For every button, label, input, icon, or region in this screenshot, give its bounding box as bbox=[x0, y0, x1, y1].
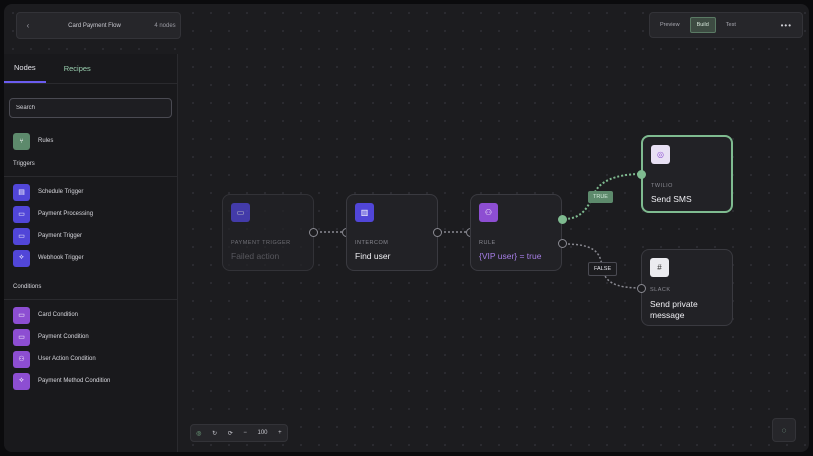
node-kind: SLACK bbox=[650, 287, 671, 293]
sidebar-item-label: Payment Condition bbox=[38, 334, 89, 340]
intercom-icon: ▥ bbox=[355, 203, 374, 222]
sidebar-item-card-condition[interactable]: ▭ Card Condition bbox=[4, 304, 177, 326]
app-window: ‹ Card Payment Flow 4 nodes Preview Buil… bbox=[4, 4, 809, 452]
card-icon: ▭ bbox=[13, 306, 30, 324]
rule-icon: ⑂ bbox=[13, 132, 30, 150]
node-intercom[interactable]: ▥ INTERCOM Find user bbox=[346, 194, 438, 271]
test-button[interactable]: Test bbox=[720, 17, 742, 33]
node-palette-sidebar: Nodes Recipes ⑂ Rules Triggers ▤ Schedul… bbox=[4, 54, 178, 452]
zoom-level: 100 bbox=[257, 430, 268, 436]
input-port[interactable] bbox=[637, 170, 646, 179]
tab-nodes[interactable]: Nodes bbox=[4, 54, 46, 83]
back-icon[interactable]: ‹ bbox=[17, 21, 39, 30]
sidebar-item-label: User Action Condition bbox=[38, 356, 96, 362]
output-port-true[interactable] bbox=[558, 215, 567, 224]
mode-toolbar: Preview Build Test ••• bbox=[649, 12, 803, 38]
undo-icon[interactable]: ↻ bbox=[212, 430, 217, 437]
node-twilio[interactable]: ◎ TWILIO Send SMS bbox=[641, 135, 733, 213]
input-port[interactable] bbox=[637, 284, 646, 293]
node-kind: INTERCOM bbox=[355, 240, 389, 246]
triggers-heading: Triggers bbox=[13, 161, 35, 167]
sidebar-item-payment-method-condition[interactable]: ⟡ Payment Method Condition bbox=[4, 370, 177, 392]
output-port[interactable] bbox=[309, 228, 318, 237]
card-icon: ▭ bbox=[13, 328, 30, 346]
sidebar-item-label: Payment Processing bbox=[38, 211, 94, 217]
edge-label-false: FALSE bbox=[588, 262, 618, 276]
search-box bbox=[9, 98, 172, 118]
sidebar-item-webhook-trigger[interactable]: ⟡ Webhook Trigger bbox=[4, 247, 177, 269]
node-kind: PAYMENT TRIGGER bbox=[231, 240, 291, 246]
sidebar-item-label: Schedule Trigger bbox=[38, 189, 84, 195]
sidebar-item-label: Payment Trigger bbox=[38, 233, 83, 239]
node-slack[interactable]: # SLACK Send private message bbox=[641, 249, 733, 326]
users-icon: ⚇ bbox=[13, 350, 30, 368]
sidebar-item-payment-processing[interactable]: ▭ Payment Processing bbox=[4, 203, 177, 225]
more-options-icon[interactable]: ••• bbox=[775, 17, 798, 33]
sidebar-item-label: Card Condition bbox=[38, 312, 79, 318]
sidebar-item-payment-trigger[interactable]: ▭ Payment Trigger bbox=[4, 225, 177, 247]
search-input[interactable] bbox=[16, 105, 165, 111]
users-icon: ⚇ bbox=[479, 203, 498, 222]
divider bbox=[4, 176, 177, 177]
output-port[interactable] bbox=[433, 228, 442, 237]
divider bbox=[4, 299, 177, 300]
fit-view-icon[interactable]: ◎ bbox=[196, 430, 201, 437]
sidebar-item-payment-condition[interactable]: ▭ Payment Condition bbox=[4, 326, 177, 348]
sidebar-item-schedule-trigger[interactable]: ▤ Schedule Trigger bbox=[4, 181, 177, 203]
edge-label-true: TRUE bbox=[588, 191, 613, 203]
node-title: Failed action bbox=[231, 251, 280, 261]
tab-recipes[interactable]: Recipes bbox=[54, 54, 101, 83]
webhook-icon: ⟡ bbox=[13, 372, 30, 390]
preview-button[interactable]: Preview bbox=[654, 17, 686, 33]
node-payment-trigger[interactable]: ▭ PAYMENT TRIGGER Failed action bbox=[222, 194, 314, 271]
sidebar-item-rules[interactable]: ⑂ Rules bbox=[4, 130, 177, 152]
node-count: 4 nodes bbox=[154, 22, 176, 29]
flow-name[interactable]: Card Payment Flow bbox=[39, 23, 150, 29]
zoom-out-button[interactable]: − bbox=[243, 430, 247, 436]
zoom-in-button[interactable]: + bbox=[278, 430, 282, 436]
node-rule[interactable]: ⚇ RULE {VIP user} = true bbox=[470, 194, 562, 271]
calendar-icon: ▤ bbox=[13, 183, 30, 201]
card-icon: ▭ bbox=[13, 227, 30, 245]
sidebar-item-user-action-condition[interactable]: ⚇ User Action Condition bbox=[4, 348, 177, 370]
twilio-icon: ◎ bbox=[651, 145, 670, 164]
card-icon: ▭ bbox=[13, 205, 30, 223]
sidebar-tabs: Nodes Recipes bbox=[4, 54, 177, 84]
card-icon: ▭ bbox=[231, 203, 250, 222]
node-title: {VIP user} = true bbox=[479, 251, 542, 261]
conditions-heading: Conditions bbox=[13, 284, 42, 290]
help-icon[interactable]: ◌ bbox=[772, 418, 796, 442]
node-title: Find user bbox=[355, 251, 391, 261]
webhook-icon: ⟡ bbox=[13, 249, 30, 267]
build-button[interactable]: Build bbox=[689, 17, 716, 33]
node-kind: TWILIO bbox=[651, 183, 673, 189]
node-kind: RULE bbox=[479, 240, 496, 246]
sidebar-item-label: Rules bbox=[38, 138, 54, 144]
node-title-line2: message bbox=[650, 310, 685, 320]
output-port-false[interactable] bbox=[558, 239, 567, 248]
sidebar-item-label: Webhook Trigger bbox=[38, 255, 84, 261]
flow-header: ‹ Card Payment Flow 4 nodes bbox=[16, 12, 181, 39]
sidebar-item-label: Payment Method Condition bbox=[38, 378, 111, 384]
node-title-line1: Send private bbox=[650, 299, 698, 309]
redo-icon[interactable]: ⟳ bbox=[228, 430, 233, 437]
node-title: Send SMS bbox=[651, 194, 692, 204]
slack-icon: # bbox=[650, 258, 669, 277]
canvas-controls: ◎ ↻ ⟳ − 100 + bbox=[190, 424, 288, 442]
